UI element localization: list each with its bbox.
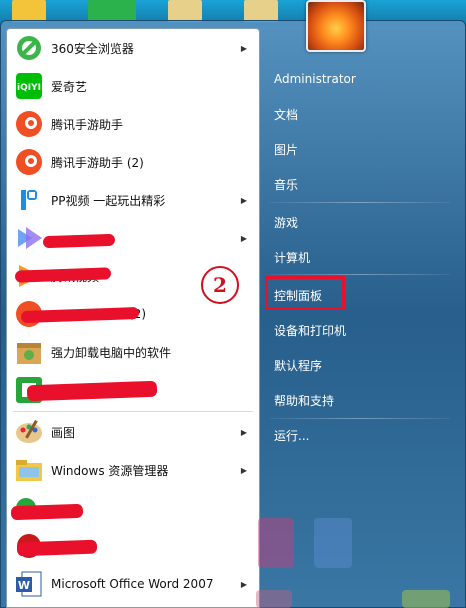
program-item[interactable]: 画图 ▶ [7, 413, 259, 451]
program-label: Microsoft Office Word 2007 [51, 577, 214, 591]
360-browser-icon [13, 32, 45, 64]
background-tile [258, 518, 294, 568]
program-item[interactable]: W Microsoft Office Word 2007 ▶ [7, 565, 259, 603]
program-label: 360安全浏览器 [51, 41, 134, 56]
program-label: 画图 [51, 425, 76, 440]
svg-text:W: W [18, 579, 30, 592]
program-label: Windows 资源管理器 [51, 463, 169, 478]
word-icon: W [13, 568, 45, 600]
program-label: 强力卸载电脑中的软件 [51, 345, 172, 360]
program-item[interactable]: 腾讯手游助手 (2) [7, 143, 259, 181]
folder-icon[interactable] [244, 0, 278, 22]
program-label: PP视频 一起玩出精彩 [51, 193, 166, 208]
program-item[interactable]: Windows 资源管理器 ▶ [7, 451, 259, 489]
step-badge: 2 [201, 266, 239, 304]
submenu-arrow-icon: ▶ [240, 427, 247, 437]
iqiyi-icon: iQIYI [13, 70, 45, 102]
tencent-mobile-game-assistant-icon [13, 108, 45, 140]
computer-link[interactable]: 计算机 [266, 242, 310, 272]
separator [270, 202, 450, 203]
redaction-mark [16, 539, 98, 557]
background-tile [402, 590, 450, 608]
svg-text:iQIYI: iQIYI [17, 83, 41, 93]
program-item[interactable]: PP视频 一起玩出精彩 ▶ [7, 181, 259, 219]
folder-icon [13, 454, 45, 486]
program-item[interactable]: 强力卸载电脑中的软件 [7, 333, 259, 371]
program-label: 爱奇艺 [51, 79, 88, 94]
run-link[interactable]: 运行... [266, 420, 309, 450]
redaction-mark [42, 233, 116, 249]
user-name-link[interactable]: Administrator [266, 64, 356, 94]
highlight-box [265, 276, 345, 310]
separator [270, 418, 450, 419]
submenu-arrow-icon: ▶ [240, 195, 247, 205]
tencent-mobile-game-assistant-icon [13, 146, 45, 178]
program-item[interactable]: iQIYI 爱奇艺 [7, 67, 259, 105]
program-label: 腾讯手游助手 [51, 117, 124, 132]
programs-pane: 360安全浏览器 ▶ iQIYI 爱奇艺 腾讯手游助手 腾讯手游助手 (2) P… [6, 28, 260, 608]
games-link[interactable]: 游戏 [266, 207, 298, 237]
submenu-arrow-icon: ▶ [240, 43, 247, 53]
submenu-arrow-icon: ▶ [240, 579, 247, 589]
default-programs-link[interactable]: 默认程序 [266, 350, 322, 380]
submenu-arrow-icon: ▶ [240, 465, 247, 475]
background-tile [256, 590, 292, 608]
desktop-shortcut-icon[interactable] [88, 0, 136, 22]
devices-printers-link[interactable]: 设备和打印机 [266, 315, 346, 345]
pp-video-icon [13, 184, 45, 216]
music-link[interactable]: 音乐 [266, 169, 298, 199]
program-item[interactable]: 360安全浏览器 ▶ [7, 29, 259, 67]
uninstall-box-icon [13, 336, 45, 368]
program-item[interactable]: 腾讯手游助手 [7, 105, 259, 143]
pictures-link[interactable]: 图片 [266, 134, 298, 164]
separator [270, 274, 450, 275]
background-tile [314, 518, 352, 568]
documents-link[interactable]: 文档 [266, 99, 298, 129]
help-support-link[interactable]: 帮助和支持 [266, 385, 334, 415]
desktop-shortcut-icon[interactable] [12, 0, 46, 22]
app-icon [13, 222, 45, 254]
submenu-arrow-icon: ▶ [240, 233, 247, 243]
paint-icon [13, 416, 45, 448]
redaction-mark [10, 503, 84, 521]
folder-icon[interactable] [168, 0, 202, 22]
separator [13, 411, 253, 412]
program-label: 腾讯手游助手 (2) [51, 155, 144, 170]
user-avatar[interactable] [306, 0, 366, 52]
